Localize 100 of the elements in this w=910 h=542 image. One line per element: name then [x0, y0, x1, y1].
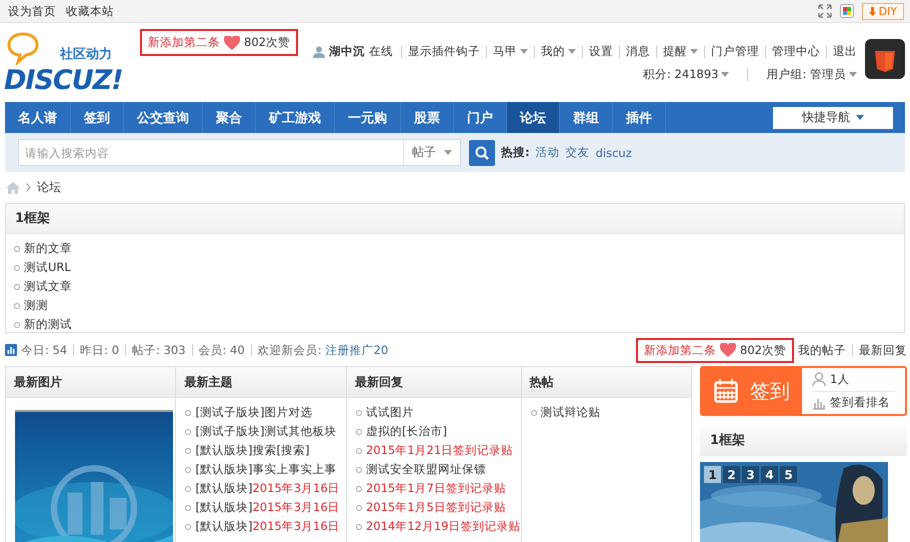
column-title: 最新图片: [6, 367, 176, 398]
caret-icon: [849, 72, 857, 77]
like-count: 802次赞: [244, 35, 290, 50]
thread-link[interactable]: 2015年1月5日签到记录贴: [366, 500, 506, 515]
user-icon: [313, 46, 325, 58]
search-field[interactable]: 请输入搜索内容 帖子: [18, 139, 461, 166]
chevron-icon: [26, 183, 31, 192]
bullet-icon: [356, 524, 362, 530]
thread-link[interactable]: 虚拟的[长治市]: [366, 424, 447, 439]
thread-link[interactable]: 2014年12月19日签到记录贴: [366, 519, 521, 534]
username-link[interactable]: 湖中沉: [329, 44, 365, 59]
user-menu-link[interactable]: 设置: [589, 44, 613, 59]
article-link[interactable]: 新的文章: [24, 241, 72, 256]
search-button[interactable]: [469, 140, 495, 166]
html5-badge-icon: [865, 39, 905, 79]
thread-link[interactable]: [测试子版块]测试其他板块: [195, 424, 336, 439]
article-link[interactable]: 测试文章: [24, 279, 72, 294]
bullet-icon: [530, 410, 537, 416]
thread-link[interactable]: 2015年1月7日签到记录贴: [366, 481, 506, 496]
fullscreen-icon: [818, 4, 832, 18]
thread-link[interactable]: [默认版块]搜索[搜索]: [195, 443, 310, 458]
stat-text: 会员: 40: [198, 342, 245, 358]
hot-search-link[interactable]: 交友: [566, 145, 590, 160]
slide-tab[interactable]: 2: [723, 466, 740, 483]
caret-icon: [856, 115, 864, 120]
signin-count: 1人: [830, 372, 850, 387]
thread-link[interactable]: [默认版块]事实上事实上事: [195, 462, 336, 477]
frame-title: 1框架: [6, 204, 904, 234]
user-menu-link[interactable]: 马甲: [493, 44, 528, 59]
article-link[interactable]: 测测: [24, 298, 48, 313]
bullet-icon: [185, 466, 192, 472]
bullet-icon: [14, 246, 20, 252]
user-menu-link[interactable]: 管理中心: [772, 44, 820, 59]
breadcrumb-link[interactable]: 论坛: [37, 179, 61, 196]
promo-link[interactable]: 新添加第二条: [148, 35, 220, 50]
bullet-icon: [356, 428, 362, 434]
thread-link[interactable]: 测试安全联盟网址保镖: [366, 462, 486, 477]
bar-chart-icon: [5, 344, 17, 356]
thread-link[interactable]: 2015年1月21日签到记录贴: [366, 443, 514, 458]
like-count: 802次赞: [740, 342, 786, 358]
credits-link[interactable]: 积分: 241893: [643, 67, 730, 82]
stat-text: 今日: 54: [21, 342, 68, 358]
user-menu-link[interactable]: 显示插件钩子: [408, 44, 480, 59]
bullet-icon: [185, 410, 192, 416]
post-link[interactable]: 最新回复: [859, 342, 907, 358]
hot-search-link[interactable]: discuz: [596, 146, 632, 160]
quick-nav-button[interactable]: 快捷导航: [773, 106, 893, 128]
article-link[interactable]: 测试URL: [24, 260, 71, 275]
bullet-icon: [14, 322, 20, 328]
post-link[interactable]: 我的帖子: [798, 342, 846, 358]
article-link[interactable]: 新的测试: [24, 317, 72, 332]
slide-tab[interactable]: 3: [742, 466, 759, 483]
bullet-icon: [185, 448, 192, 454]
hot-search-label: 热搜:: [501, 145, 530, 160]
ranking-link[interactable]: 签到看排名: [830, 395, 890, 410]
bullet-icon: [185, 524, 192, 530]
user-menu-link[interactable]: 我的: [541, 44, 576, 59]
nav-tab[interactable]: 论坛: [507, 102, 560, 133]
scope-select[interactable]: 帖子: [403, 140, 460, 165]
top-link[interactable]: 收藏本站: [66, 4, 114, 18]
stat-text: 昨日: 0: [80, 342, 120, 358]
online-status: 在线: [369, 44, 393, 59]
bullet-icon: [14, 302, 20, 308]
column-title: 最新主题: [176, 367, 346, 398]
user-menu-link[interactable]: 消息: [626, 44, 650, 59]
user-menu-link[interactable]: 门户管理: [711, 44, 759, 59]
caret-icon: [721, 72, 730, 77]
column-title: 最新回复: [346, 367, 521, 398]
promo-link[interactable]: 新添加第二条: [644, 342, 716, 358]
heart-icon: [224, 36, 240, 50]
logo-wordmark: DISCUZ!: [4, 65, 123, 96]
user-menu-link[interactable]: 退出: [833, 44, 857, 59]
home-icon: [6, 182, 20, 194]
thread-link[interactable]: [默认版块]2015年3月16日: [195, 481, 340, 496]
top-link[interactable]: 设为首页: [8, 4, 56, 18]
search-icon: [475, 146, 489, 160]
bullet-icon: [356, 410, 362, 416]
thread-link[interactable]: [默认版块]2015年3月16日: [195, 519, 340, 534]
stat-text: 帖子: 303: [132, 342, 186, 358]
bullet-icon: [14, 284, 20, 290]
bullet-icon: [14, 264, 20, 270]
bullet-icon: [356, 466, 362, 472]
slide-tab[interactable]: 1: [704, 466, 721, 483]
thread-link[interactable]: [默认版块]2015年3月16日: [195, 500, 340, 515]
new-member-link[interactable]: 注册推广20: [326, 342, 388, 358]
slide-tab[interactable]: 4: [761, 466, 778, 483]
thread-link[interactable]: 测试辩论贴: [540, 405, 601, 420]
logo-tagline: 社区动力: [60, 46, 112, 63]
arrow-down-icon: [868, 6, 876, 16]
hot-search-link[interactable]: 活动: [536, 145, 560, 160]
thread-link[interactable]: 试试图片: [366, 405, 414, 420]
bullet-icon: [356, 486, 362, 492]
frame-title: 1框架: [700, 426, 907, 456]
slide-tab[interactable]: 5: [780, 466, 797, 483]
user-menu-link[interactable]: 提醒: [663, 44, 698, 59]
bullet-icon: [185, 486, 192, 492]
bullet-icon: [356, 448, 362, 454]
thread-link[interactable]: [测试子版块]图片对选: [195, 405, 312, 420]
palette-icon: [840, 4, 854, 18]
user-group-link[interactable]: 用户组: 管理员: [766, 67, 857, 82]
